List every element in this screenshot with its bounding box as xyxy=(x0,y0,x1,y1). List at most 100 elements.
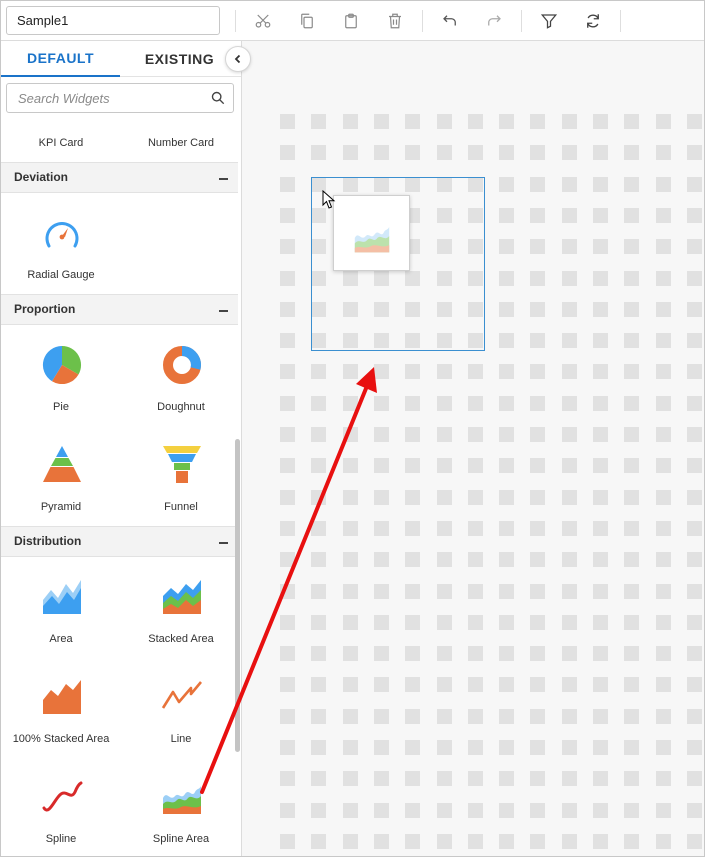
grid-cell xyxy=(655,427,671,442)
filter-button[interactable] xyxy=(537,9,561,33)
grid-cell xyxy=(561,552,577,568)
dashboard-canvas[interactable] xyxy=(242,41,704,856)
grid-cell xyxy=(280,552,295,568)
grid-cell xyxy=(655,270,671,286)
grid-cell xyxy=(624,270,640,286)
grid-cell xyxy=(499,552,515,568)
widget-label: Doughnut xyxy=(157,401,205,413)
chevron-left-icon xyxy=(234,54,241,64)
grid-cell xyxy=(373,833,389,849)
grid-cell xyxy=(499,239,515,255)
grid-cell xyxy=(624,802,640,818)
grid-cell xyxy=(686,771,702,787)
search-icon[interactable] xyxy=(211,91,225,105)
delete-button[interactable] xyxy=(383,9,407,33)
grid-cell xyxy=(593,239,608,255)
tab-existing[interactable]: EXISTING xyxy=(120,41,239,77)
refresh-icon xyxy=(587,14,599,28)
grid-cell xyxy=(405,145,421,161)
grid-cell xyxy=(593,833,608,849)
grid-cell xyxy=(561,333,577,349)
grid-cell xyxy=(467,458,483,474)
grid-cell xyxy=(467,833,483,849)
widget-panel-scrollbar[interactable] xyxy=(235,439,240,752)
grid-cell xyxy=(530,333,546,349)
section-header-deviation[interactable]: Deviation xyxy=(1,162,238,193)
grid-cell xyxy=(686,614,702,630)
tab-default[interactable]: DEFAULT xyxy=(1,41,120,77)
grid-cell xyxy=(655,458,671,474)
widget-stacked-area[interactable]: Stacked Area xyxy=(126,576,236,651)
report-designer-window: DEFAULT EXISTING KPI Card Number Card De… xyxy=(0,0,705,857)
widget-line[interactable]: Line xyxy=(126,676,236,751)
grid-cell xyxy=(499,207,515,223)
grid-cell xyxy=(593,114,608,129)
grid-cell xyxy=(593,520,608,536)
grid-cell xyxy=(280,114,295,129)
grid-cell xyxy=(342,802,358,818)
redo-button[interactable] xyxy=(482,9,506,33)
collapse-minus-icon[interactable] xyxy=(219,178,228,180)
widget-spline-area[interactable]: Spline Area xyxy=(126,776,236,851)
copy-button[interactable] xyxy=(295,9,319,33)
grid-cell xyxy=(311,364,327,380)
dashboard-name-input[interactable] xyxy=(6,6,220,35)
grid-cell xyxy=(311,552,327,568)
grid-cell xyxy=(467,771,483,787)
grid-cell xyxy=(311,583,327,599)
grid-cell xyxy=(530,270,546,286)
grid-cell xyxy=(280,833,295,849)
collapse-minus-icon[interactable] xyxy=(219,310,228,312)
cut-icon xyxy=(255,14,271,28)
grid-cell xyxy=(373,364,389,380)
collapse-minus-icon[interactable] xyxy=(219,542,228,544)
grid-cell xyxy=(686,802,702,818)
grid-cell xyxy=(593,740,608,755)
widget-100-stacked-area[interactable]: 100% Stacked Area xyxy=(6,676,116,761)
grid-cell xyxy=(593,583,608,599)
grid-cell xyxy=(561,239,577,255)
collapse-panel-button[interactable] xyxy=(225,46,251,72)
grid-cell xyxy=(436,740,452,755)
widget-pie[interactable]: Pie xyxy=(6,344,116,419)
widget-radial-gauge[interactable]: Radial Gauge xyxy=(6,215,116,285)
dragged-widget-preview[interactable] xyxy=(333,195,410,271)
grid-cell xyxy=(373,646,389,662)
grid-cell xyxy=(624,395,640,411)
grid-cell xyxy=(530,395,546,411)
grid-cell xyxy=(467,145,483,161)
grid-cell xyxy=(624,552,640,568)
grid-cell xyxy=(593,614,608,630)
grid-cell xyxy=(593,145,608,161)
grid-cell xyxy=(342,833,358,849)
spline-chart-icon xyxy=(42,781,83,812)
grid-cell xyxy=(655,740,671,755)
delete-icon xyxy=(389,13,401,29)
grid-cell xyxy=(499,395,515,411)
cut-button[interactable] xyxy=(251,9,275,33)
grid-cell xyxy=(561,364,577,380)
refresh-button[interactable] xyxy=(581,9,605,33)
grid-cell xyxy=(624,708,640,724)
widget-pyramid[interactable]: Pyramid xyxy=(6,444,116,519)
widget-area[interactable]: Area xyxy=(6,576,116,651)
search-widgets-input[interactable] xyxy=(7,84,207,112)
widget-label-kpi-card[interactable]: KPI Card xyxy=(6,137,116,150)
grid-cell xyxy=(499,301,515,317)
section-header-proportion[interactable]: Proportion xyxy=(1,294,238,325)
paste-button[interactable] xyxy=(339,9,363,33)
undo-button[interactable] xyxy=(438,9,462,33)
grid-cell xyxy=(467,646,483,662)
widget-funnel[interactable]: Funnel xyxy=(126,444,236,519)
grid-cell xyxy=(280,145,295,161)
grid-cell xyxy=(373,395,389,411)
grid-cell xyxy=(593,333,608,349)
grid-cell xyxy=(311,114,327,129)
widget-panel: DEFAULT EXISTING KPI Card Number Card De… xyxy=(1,41,242,856)
pyramid-chart-icon xyxy=(43,446,81,482)
widget-doughnut[interactable]: Doughnut xyxy=(126,344,236,419)
grid-cell xyxy=(342,583,358,599)
section-header-distribution[interactable]: Distribution xyxy=(1,526,238,557)
widget-spline[interactable]: Spline xyxy=(6,776,116,851)
widget-label-number-card[interactable]: Number Card xyxy=(126,137,236,150)
